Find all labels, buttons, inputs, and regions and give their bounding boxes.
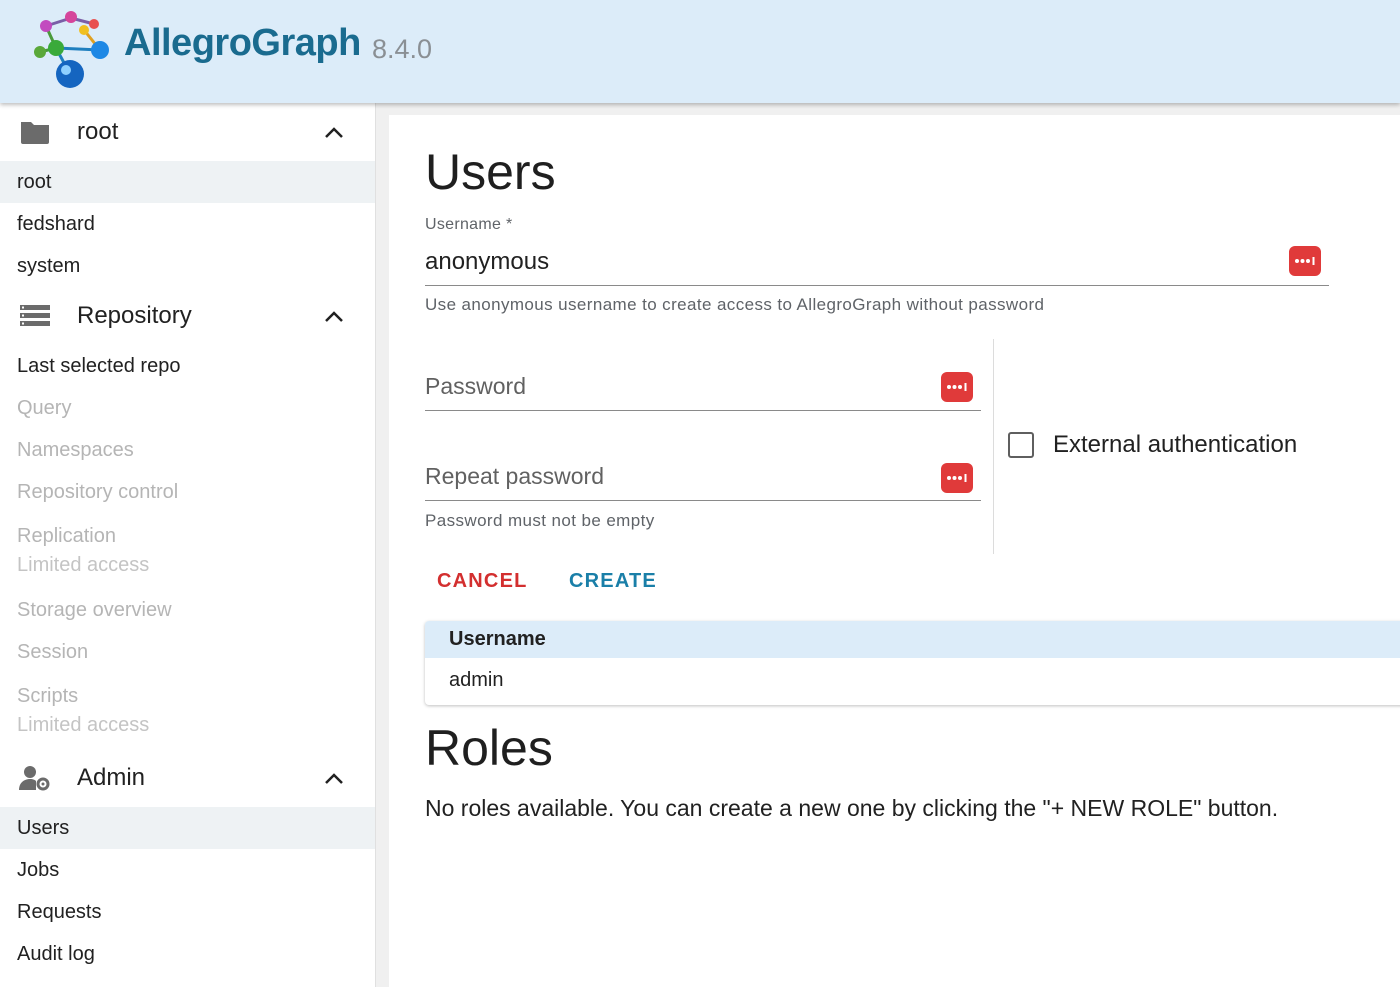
username-value: anonymous: [425, 248, 550, 275]
password-manager-icon[interactable]: [941, 372, 973, 402]
sidebar-item-namespaces: Namespaces: [17, 438, 134, 461]
app-header: AllegroGraph 8.4.0: [0, 0, 1400, 103]
chevron-up-icon[interactable]: [320, 302, 348, 330]
table-row[interactable]: admin: [425, 658, 1400, 703]
cancel-button[interactable]: CANCEL: [437, 570, 528, 593]
username-field[interactable]: anonymous: [425, 243, 1329, 286]
sidebar-item-session: Session: [17, 640, 89, 663]
sidebar-item-requests[interactable]: Requests: [0, 891, 375, 933]
roles-heading: Roles: [425, 720, 553, 776]
sidebar-item-system[interactable]: system: [0, 245, 375, 287]
password-placeholder: Password: [425, 373, 526, 399]
username-hint: Use anonymous username to create access …: [425, 295, 1045, 314]
chevron-up-icon[interactable]: [320, 764, 348, 792]
sidebar-item-repository-control: Repository control: [17, 480, 179, 503]
sidebar-item-users[interactable]: Users: [0, 807, 375, 849]
repeat-password-placeholder: Repeat password: [425, 463, 604, 489]
sidebar-item-label: Replication: [17, 525, 116, 547]
admin-group-header[interactable]: Admin: [0, 749, 375, 807]
roles-empty-message: No roles available. You can create a new…: [425, 795, 1279, 821]
sidebar-item-label: Scripts: [17, 685, 79, 707]
table-header-username[interactable]: Username: [425, 621, 1400, 658]
password-hint: Password must not be empty: [425, 511, 655, 530]
main-content: Users Username * anonymous Use anonymous…: [389, 115, 1400, 987]
password-field[interactable]: Password: [425, 367, 981, 411]
sidebar-item-root[interactable]: root: [0, 161, 375, 203]
sidebar-item-fedshard[interactable]: fedshard: [0, 203, 375, 245]
folder-icon: [18, 117, 52, 147]
sidebar-item-audit-log[interactable]: Audit log: [0, 933, 375, 975]
brand-name: AllegroGraph: [124, 22, 361, 64]
username-label: Username *: [425, 216, 513, 233]
password-manager-icon[interactable]: [941, 463, 973, 493]
external-auth-label[interactable]: External authentication: [1053, 431, 1297, 459]
repeat-password-field[interactable]: Repeat password: [425, 457, 981, 501]
repository-group-header[interactable]: Repository: [0, 287, 375, 345]
limited-access-note: Limited access: [17, 714, 150, 736]
users-table: Username admin: [425, 621, 1400, 705]
sidebar-item-storage-overview: Storage overview: [17, 598, 172, 621]
sidebar-item-jobs[interactable]: Jobs: [0, 849, 375, 891]
admin-user-gear-icon: [18, 763, 52, 793]
catalog-group-title: root: [77, 118, 119, 145]
sidebar: root root fedshard system Repository Las…: [0, 103, 376, 987]
password-manager-icon[interactable]: [1289, 246, 1321, 276]
admin-group-title: Admin: [77, 764, 146, 791]
sidebar-item-last-selected-repo[interactable]: Last selected repo: [0, 345, 375, 387]
sidebar-item-query: Query: [17, 396, 72, 419]
form-divider: [993, 339, 994, 554]
molecule-logo-icon[interactable]: [26, 8, 116, 92]
sidebar-item-view-server-log[interactable]: View server log: [0, 975, 375, 987]
limited-access-note: Limited access: [17, 554, 150, 576]
create-button[interactable]: CREATE: [569, 570, 657, 593]
storage-list-icon: [18, 301, 52, 331]
catalog-group-header[interactable]: root: [0, 103, 375, 161]
chevron-up-icon[interactable]: [320, 118, 348, 146]
repository-group-title: Repository: [77, 302, 192, 329]
page-title: Users: [425, 144, 556, 200]
sidebar-item-scripts: Scripts Limited access: [0, 673, 375, 749]
external-auth-checkbox[interactable]: [1008, 432, 1034, 458]
sidebar-item-replication: Replication Limited access: [0, 513, 375, 589]
version-label: 8.4.0: [372, 34, 433, 64]
